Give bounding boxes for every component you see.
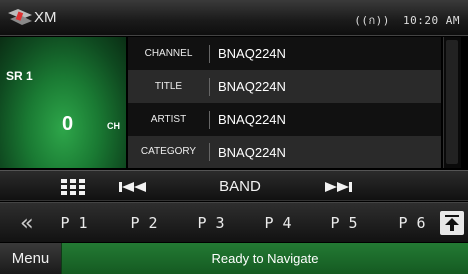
skip-previous-icon <box>119 181 146 192</box>
menu-button[interactable]: Menu <box>0 243 62 274</box>
clock: 10:20 AM <box>403 14 460 27</box>
info-value: BNAQ224N <box>218 144 286 160</box>
header-bar: XM ((ก)) 10:20 AM <box>0 0 468 36</box>
info-value: BNAQ224N <box>218 79 286 94</box>
info-value: BNAQ224N <box>218 112 286 127</box>
open-up-icon <box>445 215 459 231</box>
band-button[interactable]: BAND <box>200 171 280 202</box>
channel-panel[interactable]: SR 1 0 CH <box>0 37 126 168</box>
preset-bar: « P 1 P 2 P 3 P 4 P 5 P 6 <box>0 202 468 242</box>
info-row-channel: CHANNEL BNAQ224N <box>128 37 441 70</box>
next-button[interactable] <box>315 171 361 202</box>
info-table: CHANNEL BNAQ224N TITLE BNAQ224N ARTIST B… <box>128 37 441 168</box>
info-row-artist: ARTIST BNAQ224N <box>128 103 441 136</box>
preset-button-p5[interactable]: P 5 <box>322 203 366 243</box>
previous-button[interactable] <box>110 171 156 202</box>
info-label: CHANNEL <box>128 44 210 63</box>
preset-label: SR 1 <box>6 69 33 83</box>
grid-list-icon <box>61 178 85 195</box>
info-row-title: TITLE BNAQ224N <box>128 70 441 103</box>
list-button[interactable] <box>50 171 96 202</box>
scrollbar-thumb[interactable] <box>446 40 458 164</box>
preset-button-p1[interactable]: P 1 <box>52 203 96 243</box>
channel-unit: CH <box>107 121 120 131</box>
bottom-bar: Menu Ready to Navigate <box>0 243 468 274</box>
control-bar: BAND <box>0 170 468 201</box>
preset-button-p6[interactable]: P 6 <box>390 203 434 243</box>
open-up-button[interactable] <box>440 211 464 235</box>
info-label: ARTIST <box>128 110 210 129</box>
status-area: ((ก)) 10:20 AM <box>354 11 460 29</box>
app-title: XM <box>34 9 57 26</box>
xm-logo-icon <box>8 9 32 25</box>
info-label: TITLE <box>128 77 210 96</box>
channel-number: 0 <box>62 113 74 135</box>
skip-next-icon <box>325 181 352 192</box>
info-label: CATEGORY <box>128 143 210 161</box>
info-row-category: CATEGORY BNAQ224N <box>128 136 441 168</box>
signal-icon: ((ก)) <box>354 14 390 27</box>
preset-button-p2[interactable]: P 2 <box>122 203 166 243</box>
preset-button-p4[interactable]: P 4 <box>256 203 300 243</box>
preset-button-p3[interactable]: P 3 <box>189 203 233 243</box>
info-value: BNAQ224N <box>218 46 286 61</box>
navigation-status: Ready to Navigate <box>62 243 468 274</box>
preset-back-button[interactable]: « <box>14 203 40 243</box>
